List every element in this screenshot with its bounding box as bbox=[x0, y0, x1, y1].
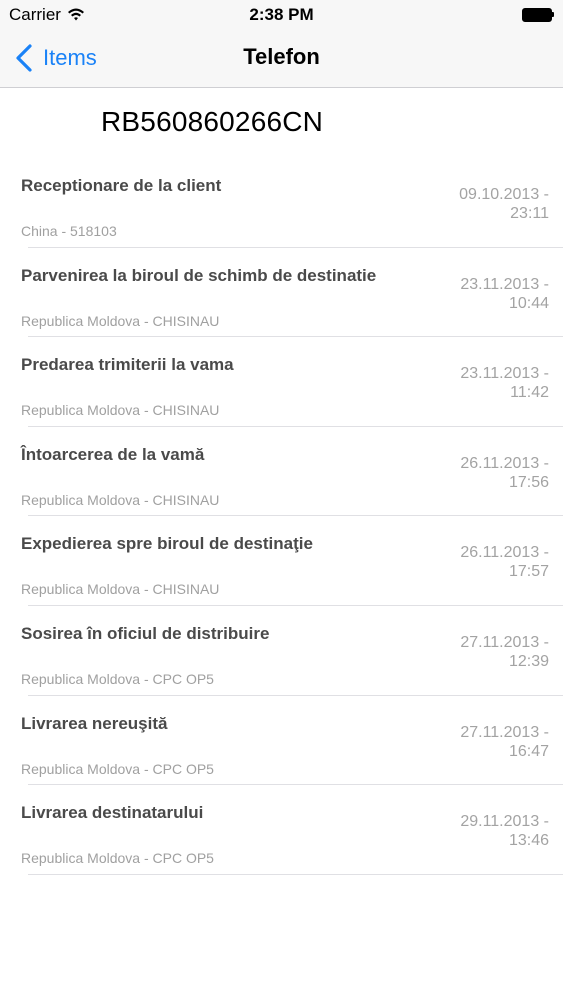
list-item[interactable]: Expedierea spre biroul de destinaţie Rep… bbox=[0, 516, 563, 606]
event-date-line: 26.11.2013 - bbox=[460, 454, 549, 472]
list-item[interactable]: Sosirea în oficiul de distribuire Republ… bbox=[0, 606, 563, 696]
event-title: Livrarea nereuşită bbox=[21, 713, 168, 733]
event-location: Republica Moldova - CPC OP5 bbox=[21, 670, 214, 687]
event-date: 29.11.2013 - 13:46 bbox=[429, 812, 549, 850]
event-time-line: 10:44 bbox=[508, 294, 549, 312]
event-title: Sosirea în oficiul de distribuire bbox=[21, 623, 270, 643]
event-title: Livrarea destinatarului bbox=[21, 803, 204, 823]
event-date: 23.11.2013 - 11:42 bbox=[429, 364, 549, 402]
status-bar: Carrier 2:38 PM bbox=[0, 0, 563, 30]
list-item[interactable]: Livrarea destinatarului Republica Moldov… bbox=[0, 785, 563, 875]
event-location: Republica Moldova - CHISINAU bbox=[21, 581, 220, 598]
event-title: Receptionare de la client bbox=[21, 176, 222, 195]
navigation-bar: Items Telefon bbox=[0, 30, 563, 88]
event-time-line: 11:42 bbox=[510, 384, 549, 402]
event-location: Republica Moldova - CPC OP5 bbox=[21, 850, 214, 867]
list-item[interactable]: Receptionare de la client China - 518103… bbox=[0, 158, 563, 248]
event-location: Republica Moldova - CHISINAU bbox=[21, 312, 220, 329]
event-title: Expedierea spre biroul de destinaţie bbox=[21, 534, 313, 554]
list-item[interactable]: Predarea trimiterii la vama Republica Mo… bbox=[0, 337, 563, 427]
event-date-line: 23.11.2013 - bbox=[460, 275, 549, 293]
event-location: Republica Moldova - CHISINAU bbox=[21, 491, 220, 508]
event-date-line: 26.11.2013 - bbox=[460, 544, 549, 562]
list-item[interactable]: Întoarcerea de la vamă Republica Moldova… bbox=[0, 427, 563, 517]
event-title: Predarea trimiterii la vama bbox=[21, 355, 234, 375]
event-date: 09.10.2013 - 23:11 bbox=[429, 185, 549, 223]
event-date: 26.11.2013 - 17:56 bbox=[429, 454, 549, 492]
list-item[interactable]: Livrarea nereuşită Republica Moldova - C… bbox=[0, 696, 563, 786]
event-time-line: 12:39 bbox=[508, 652, 549, 670]
row-divider bbox=[28, 873, 563, 875]
event-time-line: 17:57 bbox=[508, 563, 549, 581]
tracking-event-list: Receptionare de la client China - 518103… bbox=[0, 158, 563, 875]
event-date-line: 27.11.2013 - bbox=[460, 633, 549, 651]
tracking-number: RB560860266CN bbox=[101, 106, 324, 137]
page-title: Telefon bbox=[243, 44, 320, 69]
list-item[interactable]: Parvenirea la biroul de schimb de destin… bbox=[0, 248, 563, 338]
event-time-line: 23:11 bbox=[510, 205, 549, 222]
event-location: China - 518103 bbox=[21, 223, 117, 239]
event-date: 23.11.2013 - 10:44 bbox=[429, 275, 549, 313]
event-title: Parvenirea la biroul de schimb de destin… bbox=[21, 265, 377, 285]
battery-icon bbox=[522, 8, 554, 22]
event-location: Republica Moldova - CPC OP5 bbox=[21, 760, 214, 777]
event-location: Republica Moldova - CHISINAU bbox=[21, 402, 220, 419]
event-date: 27.11.2013 - 12:39 bbox=[429, 633, 549, 671]
event-date: 27.11.2013 - 16:47 bbox=[429, 723, 549, 761]
event-date-line: 27.11.2013 - bbox=[460, 723, 549, 741]
event-date: 26.11.2013 - 17:57 bbox=[429, 543, 549, 581]
event-date-line: 23.11.2013 - bbox=[460, 365, 549, 383]
event-date-line: 29.11.2013 - bbox=[460, 813, 549, 831]
event-time-line: 17:56 bbox=[508, 473, 549, 491]
event-title: Întoarcerea de la vamă bbox=[21, 444, 205, 464]
status-time: 2:38 PM bbox=[249, 5, 314, 24]
event-time-line: 13:46 bbox=[508, 832, 549, 850]
event-time-line: 16:47 bbox=[508, 742, 549, 760]
event-date-line: 09.10.2013 - bbox=[459, 186, 549, 203]
